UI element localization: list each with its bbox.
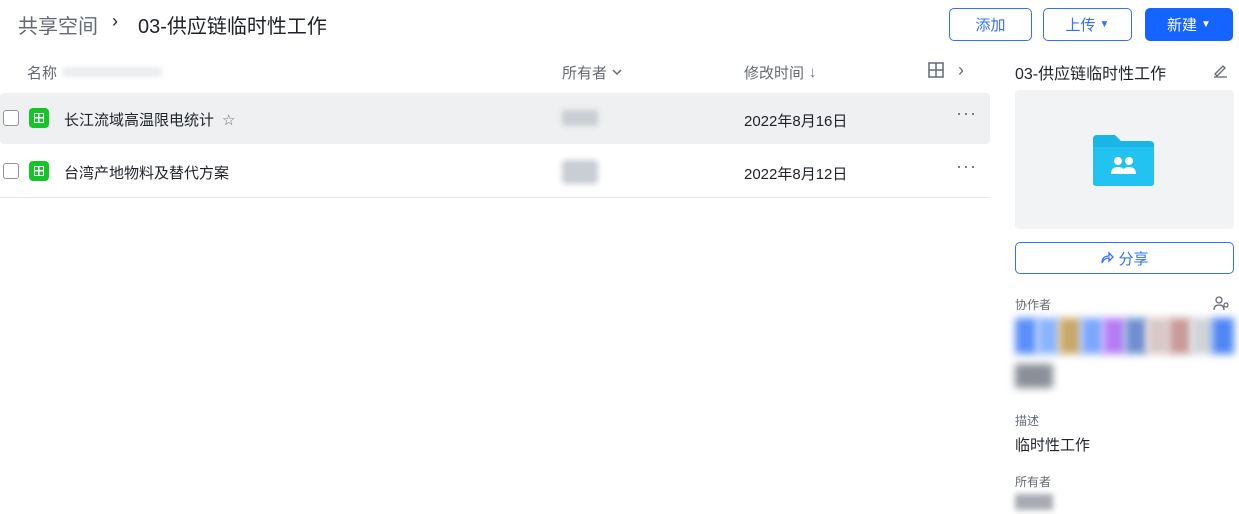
shared-folder-icon [1093, 135, 1154, 186]
file-name-text: 长江流域高温限电统计 [64, 112, 215, 129]
chevron-down-icon: ▼ [1201, 18, 1211, 30]
avatar[interactable] [1125, 318, 1147, 354]
avatar[interactable] [1037, 318, 1059, 354]
new-button[interactable]: 新建 ▼ [1145, 8, 1233, 41]
breadcrumb-current: 03-供应链临时性工作 [138, 16, 327, 38]
share-icon [1101, 251, 1115, 264]
avatar[interactable] [1147, 318, 1169, 354]
avatar[interactable] [1169, 318, 1191, 354]
column-header-modified[interactable]: 修改时间 ↓ [744, 60, 817, 84]
column-owner-label: 所有者 [562, 64, 608, 82]
owner-label: 所有者 [1015, 475, 1052, 489]
avatar[interactable] [1015, 318, 1037, 354]
breadcrumb-separator-icon: › [112, 11, 118, 31]
column-name-label: 名称 [27, 64, 58, 82]
more-options-icon[interactable]: ··· [956, 156, 977, 177]
avatar[interactable] [1212, 318, 1234, 354]
column-header-name[interactable]: 名称 [27, 60, 163, 84]
sort-arrow-icon: ↓ [809, 63, 817, 81]
edit-icon[interactable] [1212, 62, 1228, 78]
column-header-owner[interactable]: 所有者 [562, 60, 622, 84]
modified-time: 2022年8月12日 [744, 166, 848, 183]
star-outline-icon[interactable]: ☆ [222, 111, 235, 129]
row-checkbox[interactable] [3, 163, 19, 179]
collaborator-avatars[interactable] [1015, 318, 1234, 356]
chevron-down-icon [612, 69, 622, 76]
collaborators-label: 协作者 [1015, 298, 1052, 312]
manage-collaborators-icon[interactable] [1213, 295, 1230, 312]
avatar[interactable] [1081, 318, 1103, 354]
avatar[interactable] [1103, 318, 1125, 354]
row-checkbox[interactable] [3, 110, 19, 126]
table-row[interactable]: 台湾产地物料及替代方案 2022年8月12日 ··· [0, 146, 990, 198]
panel-title: 03-供应链临时性工作 [1015, 66, 1167, 83]
top-bar: 共享空间 › 03-供应链临时性工作 添加 上传 ▼ 新建 ▼ [0, 0, 1239, 50]
upload-button-label: 上传 [1065, 17, 1096, 34]
table-row[interactable]: 长江流域高温限电统计 ☆ 2022年8月16日 ··· [0, 93, 990, 144]
description-value: 临时性工作 [1015, 437, 1091, 454]
chevron-down-icon: ▼ [1099, 18, 1110, 30]
avatar[interactable] [1059, 318, 1081, 354]
share-button[interactable]: 分享 [1015, 242, 1234, 274]
upload-button[interactable]: 上传 ▼ [1043, 8, 1132, 41]
file-name-text: 台湾产地物料及替代方案 [64, 165, 230, 182]
share-button-label: 分享 [1118, 250, 1149, 268]
add-button-label: 添加 [975, 17, 1006, 34]
blurred-filter-text [62, 67, 163, 77]
grid-view-icon[interactable] [928, 62, 944, 78]
sheet-icon [29, 161, 49, 181]
avatar[interactable] [1015, 364, 1053, 388]
folder-preview [1015, 90, 1234, 229]
description-label: 描述 [1015, 414, 1040, 428]
add-button[interactable]: 添加 [949, 8, 1032, 41]
owner-avatar-blurred [1015, 494, 1053, 510]
sheet-icon [29, 108, 49, 128]
collapse-panel-icon[interactable]: › [958, 60, 964, 81]
file-name[interactable]: 台湾产地物料及替代方案 [64, 162, 229, 183]
file-name[interactable]: 长江流域高温限电统计 ☆ [64, 109, 235, 130]
more-options-icon[interactable]: ··· [956, 103, 977, 124]
owner-avatar-blurred [562, 160, 598, 184]
avatar[interactable] [1191, 318, 1213, 354]
breadcrumb-root[interactable]: 共享空间 [18, 10, 98, 39]
column-modified-label: 修改时间 [744, 64, 805, 82]
owner-avatar-blurred [562, 110, 598, 126]
new-button-label: 新建 [1167, 17, 1198, 34]
modified-time: 2022年8月16日 [744, 113, 848, 130]
